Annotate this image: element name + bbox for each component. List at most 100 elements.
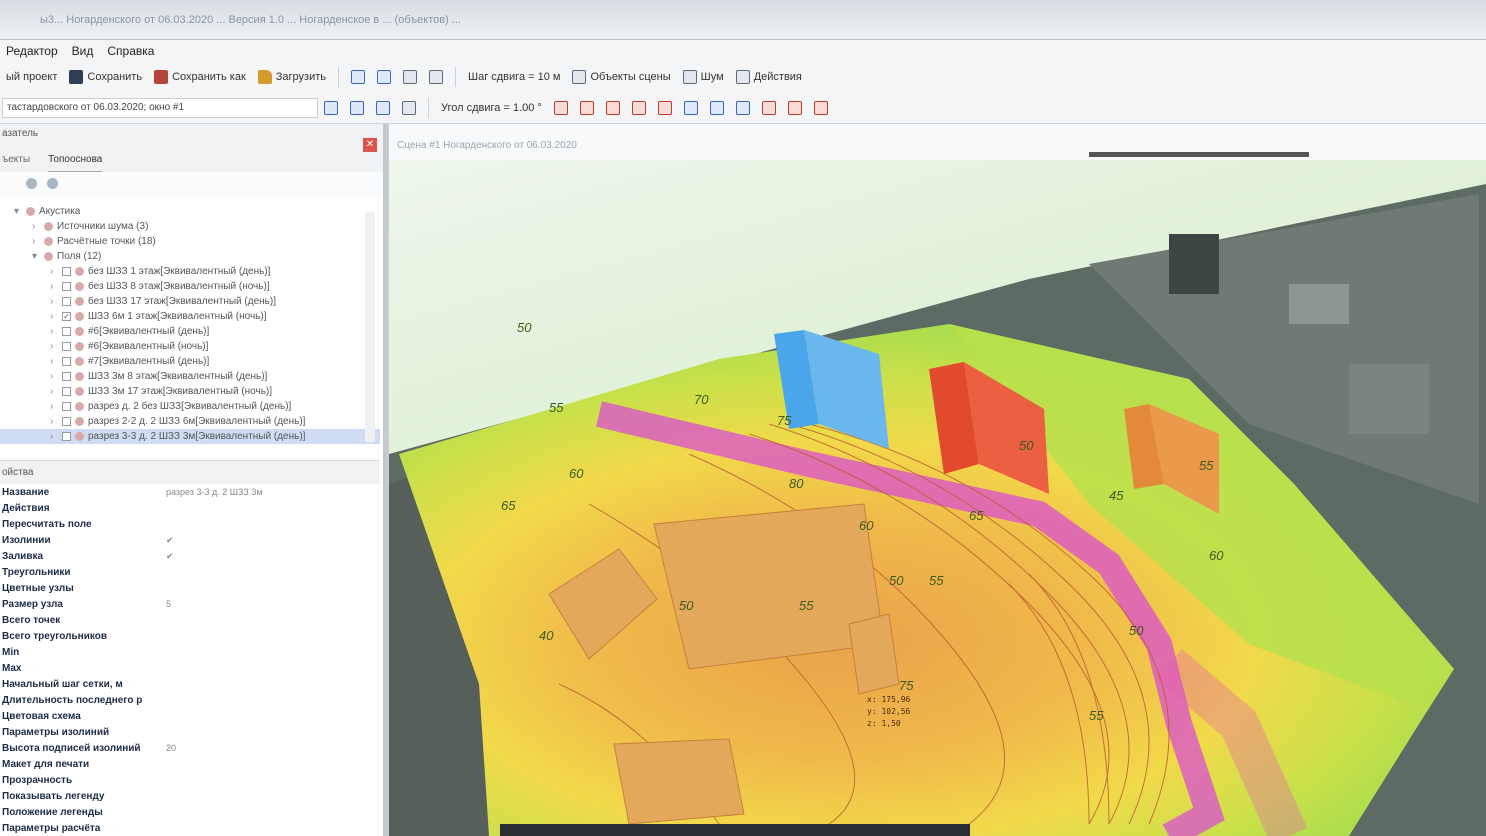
property-row[interactable]: Длительность последнего р xyxy=(0,692,380,708)
measure-button[interactable] xyxy=(782,99,808,117)
tree-checkbox[interactable] xyxy=(62,327,71,336)
tree-checkbox[interactable] xyxy=(62,267,71,276)
tree-item[interactable]: › разрез 3-3 д. 2 ШЗЗ 3м[Эквивалентный (д… xyxy=(0,429,380,444)
text-button[interactable] xyxy=(756,99,782,117)
tree-checkbox[interactable] xyxy=(62,357,71,366)
tree-item[interactable]: › #6[Эквивалентный (ночь)] xyxy=(0,339,380,354)
tree-checkbox[interactable] xyxy=(62,417,71,426)
grid-step-field[interactable]: Шаг сдвига = 10 м xyxy=(462,69,566,85)
save-as-button[interactable]: Сохранить как xyxy=(148,68,252,86)
tree-item[interactable]: ▾ Акустика xyxy=(0,204,380,219)
property-value[interactable]: ✔ xyxy=(166,535,174,546)
property-row[interactable]: Показывать легенду xyxy=(0,788,380,804)
tree-checkbox[interactable] xyxy=(62,282,71,291)
tree-scrollbar[interactable] xyxy=(365,212,375,442)
property-value[interactable]: 5 xyxy=(166,599,171,609)
chevron-right-icon[interactable]: › xyxy=(50,431,62,442)
draw-line-button[interactable] xyxy=(318,99,344,117)
menu-help[interactable]: Справка xyxy=(107,44,154,62)
tree-item[interactable]: › Расчётные точки (18) xyxy=(0,234,380,249)
chevron-right-icon[interactable]: › xyxy=(50,371,62,382)
new-project-button[interactable]: ый проект xyxy=(0,69,63,85)
polyline-button[interactable] xyxy=(548,99,574,117)
tree-checkbox[interactable] xyxy=(62,297,71,306)
scene-objects-button[interactable]: Объекты сцены xyxy=(566,68,676,86)
tree-item[interactable]: › #6[Эквивалентный (день)] xyxy=(0,324,380,339)
noise-button[interactable]: Шум xyxy=(677,68,730,86)
save-button[interactable]: Сохранить xyxy=(63,68,148,86)
tree-item[interactable]: › ШЗЗ 3м 17 этаж[Эквивалентный (ночь)] xyxy=(0,384,380,399)
layers-button[interactable] xyxy=(396,99,422,117)
tab-topobase[interactable]: Топооснова xyxy=(48,154,103,172)
tree-item[interactable]: › без ШЗЗ 1 этаж[Эквивалентный (день)] xyxy=(0,264,380,279)
expand-icon[interactable] xyxy=(26,178,37,189)
chevron-right-icon[interactable]: › xyxy=(50,386,62,397)
chevron-right-icon[interactable]: › xyxy=(50,311,62,322)
property-value[interactable]: разрез 3-3 д. 2 ШЗЗ 3м xyxy=(166,487,263,497)
property-row[interactable]: Начальный шаг сетки, м xyxy=(0,676,380,692)
property-row[interactable]: Положение легенды xyxy=(0,804,380,820)
property-row[interactable]: Параметры расчёта xyxy=(0,820,380,836)
zoom-in-button[interactable] xyxy=(397,68,423,86)
camera-button[interactable] xyxy=(678,99,704,117)
chevron-right-icon[interactable]: › xyxy=(50,416,62,427)
tree-item[interactable]: › #7[Эквивалентный (день)] xyxy=(0,354,380,369)
property-row[interactable]: Высота подписей изолиний 20 xyxy=(0,740,380,756)
property-row[interactable]: Max xyxy=(0,660,380,676)
property-row[interactable]: Пересчитать поле xyxy=(0,516,380,532)
chevron-down-icon[interactable]: ▾ xyxy=(14,206,26,217)
property-row[interactable]: Всего треугольников xyxy=(0,628,380,644)
source-button[interactable] xyxy=(652,99,678,117)
tree-item[interactable]: ▾ Поля (12) xyxy=(0,249,380,264)
property-row[interactable]: Параметры изолиний xyxy=(0,724,380,740)
zoom-out-button[interactable] xyxy=(423,68,449,86)
chevron-right-icon[interactable]: › xyxy=(50,401,62,412)
select-tool-button[interactable] xyxy=(345,68,371,86)
tree-item[interactable]: › Источники шума (3) xyxy=(0,219,380,234)
bookmark-button[interactable] xyxy=(370,99,396,117)
property-row[interactable]: Min xyxy=(0,644,380,660)
polygon-button[interactable] xyxy=(574,99,600,117)
tree-checkbox[interactable] xyxy=(62,402,71,411)
chevron-right-icon[interactable]: › xyxy=(50,326,62,337)
property-value[interactable]: 20 xyxy=(166,743,176,753)
field-button[interactable] xyxy=(808,99,834,117)
property-row[interactable]: Цветные узлы xyxy=(0,580,380,596)
property-row[interactable]: Заливка ✔ xyxy=(0,548,380,564)
chevron-right-icon[interactable]: › xyxy=(50,281,62,292)
property-row[interactable]: Размер узла 5 xyxy=(0,596,380,612)
property-value[interactable]: ✔ xyxy=(166,551,174,562)
property-row[interactable]: Всего точек xyxy=(0,612,380,628)
chevron-right-icon[interactable]: › xyxy=(50,296,62,307)
tab-objects[interactable]: ъекты xyxy=(2,154,30,172)
chevron-right-icon[interactable]: › xyxy=(50,356,62,367)
tree-checkbox[interactable] xyxy=(62,387,71,396)
scene-viewport[interactable]: Сцена #1 Ногарденского от 06.03.2020 50 … xyxy=(389,124,1486,836)
tree-checkbox[interactable] xyxy=(62,372,71,381)
tree-item[interactable]: › без ШЗЗ 17 этаж[Эквивалентный (день)] xyxy=(0,294,380,309)
chevron-down-icon[interactable]: ▾ xyxy=(32,251,44,262)
property-row[interactable]: Название разрез 3-3 д. 2 ШЗЗ 3м xyxy=(0,484,380,500)
collapse-icon[interactable] xyxy=(47,178,58,189)
menu-editor[interactable]: Редактор xyxy=(6,44,58,62)
property-row[interactable]: Цветовая схема xyxy=(0,708,380,724)
chevron-right-icon[interactable]: › xyxy=(50,266,62,277)
property-row[interactable]: Изолинии ✔ xyxy=(0,532,380,548)
tree-item[interactable]: › без ШЗЗ 8 этаж[Эквивалентный (ночь)] xyxy=(0,279,380,294)
move-button[interactable] xyxy=(600,99,626,117)
load-button[interactable]: Загрузить xyxy=(252,68,332,86)
tree-item[interactable]: › разрез д. 2 без ШЗЗ[Эквивалентный (день… xyxy=(0,399,380,414)
property-row[interactable]: Треугольники xyxy=(0,564,380,580)
property-row[interactable]: Макет для печати xyxy=(0,756,380,772)
chevron-right-icon[interactable]: › xyxy=(32,221,44,232)
barrier-button[interactable] xyxy=(730,99,756,117)
project-select[interactable]: тастардовского от 06.03.2020; окно #1 xyxy=(2,97,318,118)
tree-checkbox[interactable] xyxy=(62,432,71,441)
filter-tool-button[interactable] xyxy=(371,68,397,86)
property-row[interactable]: Действия xyxy=(0,500,380,516)
tree-item[interactable]: › ✓ ШЗЗ 6м 1 этаж[Эквивалентный (ночь)] xyxy=(0,309,380,324)
chevron-right-icon[interactable]: › xyxy=(32,236,44,247)
angle-step-field[interactable]: Угол сдвига = 1.00 ° xyxy=(435,100,548,116)
building-button[interactable] xyxy=(704,99,730,117)
chevron-right-icon[interactable]: › xyxy=(50,341,62,352)
